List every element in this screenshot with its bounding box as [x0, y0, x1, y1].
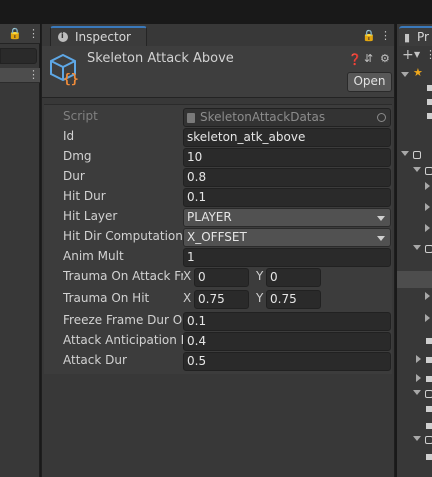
trauma-hit-label: Trauma On Hit: [63, 291, 150, 305]
freeze-frame-field[interactable]: 0.1: [183, 312, 391, 331]
project-selected-row[interactable]: [397, 271, 432, 288]
expand-arrow-icon[interactable]: [425, 314, 430, 322]
tab-inspector-label: Inspector: [75, 30, 131, 44]
properties-area: Script SkeletonAttackDatas Id skeleton_a…: [44, 104, 392, 374]
expand-arrow-icon[interactable]: [413, 436, 421, 441]
dmg-label: Dmg: [63, 149, 92, 163]
list-item-icon: [426, 376, 432, 382]
list-item-icon: [426, 406, 432, 412]
expand-arrow-icon[interactable]: [413, 390, 421, 395]
svg-text:{}: {}: [63, 72, 79, 86]
trauma-attack-label: Trauma On Attack Fra: [63, 269, 183, 283]
expand-arrow-icon[interactable]: [401, 151, 409, 156]
anim-mult-field[interactable]: 1: [183, 248, 391, 267]
open-button[interactable]: Open: [347, 72, 392, 92]
component-header: {} Skeleton Attack Above ❓ ⇵ ⚙ Open: [42, 46, 394, 98]
right-panel: ▮ Pr + ▼ ⋮ ★: [397, 24, 432, 477]
scriptable-object-icon: {}: [50, 53, 79, 86]
expand-arrow-icon[interactable]: [413, 167, 421, 172]
attack-dur-field[interactable]: 0.5: [183, 352, 391, 371]
script-label: Script: [63, 109, 98, 123]
expand-arrow-icon[interactable]: [425, 182, 430, 190]
expand-arrow-icon[interactable]: [425, 224, 430, 232]
info-icon: [58, 31, 68, 42]
help-icon[interactable]: ❓: [348, 54, 362, 65]
script-field[interactable]: SkeletonAttackDatas: [183, 108, 391, 127]
dmg-field[interactable]: 10: [183, 148, 391, 167]
lock-icon[interactable]: 🔒: [8, 28, 22, 39]
hit-layer-label: Hit Layer: [63, 209, 118, 223]
hit-dir-value: X_OFFSET: [187, 230, 247, 244]
trauma-attack-y-label: Y: [256, 269, 264, 283]
preset-icon[interactable]: ⇵: [364, 53, 373, 64]
tab-project-label: Pr: [417, 30, 429, 44]
left-separator: [0, 82, 40, 83]
folder-icon: [413, 151, 421, 159]
expand-arrow-icon[interactable]: [416, 374, 421, 382]
script-field-value: SkeletonAttackDatas: [200, 110, 326, 124]
folder-icon: [425, 390, 432, 398]
chevron-down-icon[interactable]: ▼: [414, 51, 420, 59]
id-label: Id: [63, 129, 75, 143]
left-selected-row[interactable]: ⋮: [0, 68, 40, 82]
folder-icon: [425, 167, 432, 175]
attack-dur-label: Attack Dur: [63, 353, 127, 367]
add-icon[interactable]: +: [402, 48, 414, 62]
asset-title: Skeleton Attack Above: [87, 51, 234, 66]
list-item-icon: [427, 85, 432, 91]
object-picker-icon[interactable]: [377, 113, 386, 122]
hit-layer-dropdown[interactable]: PLAYER: [183, 208, 391, 227]
more-options-icon[interactable]: ⋮: [28, 28, 39, 39]
attack-anticipation-field[interactable]: 0.4: [183, 332, 391, 351]
hit-dir-label: Hit Dir Computation T: [63, 229, 183, 243]
folder-icon: [425, 436, 432, 444]
list-item-icon: [426, 338, 432, 344]
expand-arrow-icon[interactable]: [425, 292, 430, 300]
more-options-icon[interactable]: ⋮: [28, 69, 39, 80]
trauma-attack-x-label: X: [183, 269, 192, 283]
settings-gear-icon[interactable]: ⚙: [380, 53, 390, 64]
expand-arrow-icon[interactable]: [413, 245, 421, 250]
dropdown-arrow-icon: [377, 236, 385, 241]
list-item-icon: [426, 423, 432, 429]
folder-icon: ▮: [404, 31, 411, 44]
lock-icon[interactable]: 🔒: [362, 30, 376, 41]
list-item-icon: [426, 454, 432, 460]
favorites-star-icon: ★: [413, 66, 423, 79]
left-panel-header: 🔒 ⋮: [0, 24, 40, 44]
more-options-icon[interactable]: ⋮: [380, 30, 391, 41]
hit-dir-dropdown[interactable]: X_OFFSET: [183, 228, 391, 247]
hit-dur-field[interactable]: 0.1: [183, 188, 391, 207]
list-item-icon: [426, 357, 432, 363]
id-field[interactable]: skeleton_atk_above: [183, 128, 391, 147]
trauma-hit-x-field[interactable]: 0.75: [194, 290, 249, 309]
trauma-hit-y-field[interactable]: 0.75: [266, 290, 321, 309]
left-search-field[interactable]: [0, 48, 37, 64]
more-options-icon[interactable]: ⋮: [425, 49, 432, 60]
expand-arrow-icon[interactable]: [401, 72, 409, 77]
attack-anticipation-label: Attack Anticipation D: [63, 333, 183, 347]
trauma-hit-x-label: X: [183, 291, 192, 305]
tab-project[interactable]: ▮ Pr: [399, 26, 432, 46]
trauma-hit-y-label: Y: [256, 291, 264, 305]
freeze-frame-label: Freeze Frame Dur On: [63, 313, 183, 327]
script-file-icon: [187, 113, 195, 123]
tab-inspector[interactable]: Inspector: [50, 26, 147, 46]
expand-arrow-icon[interactable]: [425, 203, 430, 211]
trauma-attack-y-field[interactable]: 0: [266, 268, 321, 287]
dur-label: Dur: [63, 169, 85, 183]
hit-dur-label: Hit Dur: [63, 189, 106, 203]
hit-layer-value: PLAYER: [187, 210, 232, 224]
folder-icon: [425, 245, 432, 253]
anim-mult-label: Anim Mult: [63, 249, 124, 263]
list-item-icon: [427, 113, 432, 119]
dur-field[interactable]: 0.8: [183, 168, 391, 187]
dropdown-arrow-icon: [377, 216, 385, 221]
trauma-attack-x-field[interactable]: 0: [194, 268, 249, 287]
left-panel: 🔒 ⋮ ⋮: [0, 24, 40, 477]
expand-arrow-icon[interactable]: [416, 355, 421, 363]
inspector-window: Inspector 🔒 ⋮ {} Skeleton Attack Above ❓…: [41, 24, 395, 477]
list-item-icon: [427, 99, 432, 105]
